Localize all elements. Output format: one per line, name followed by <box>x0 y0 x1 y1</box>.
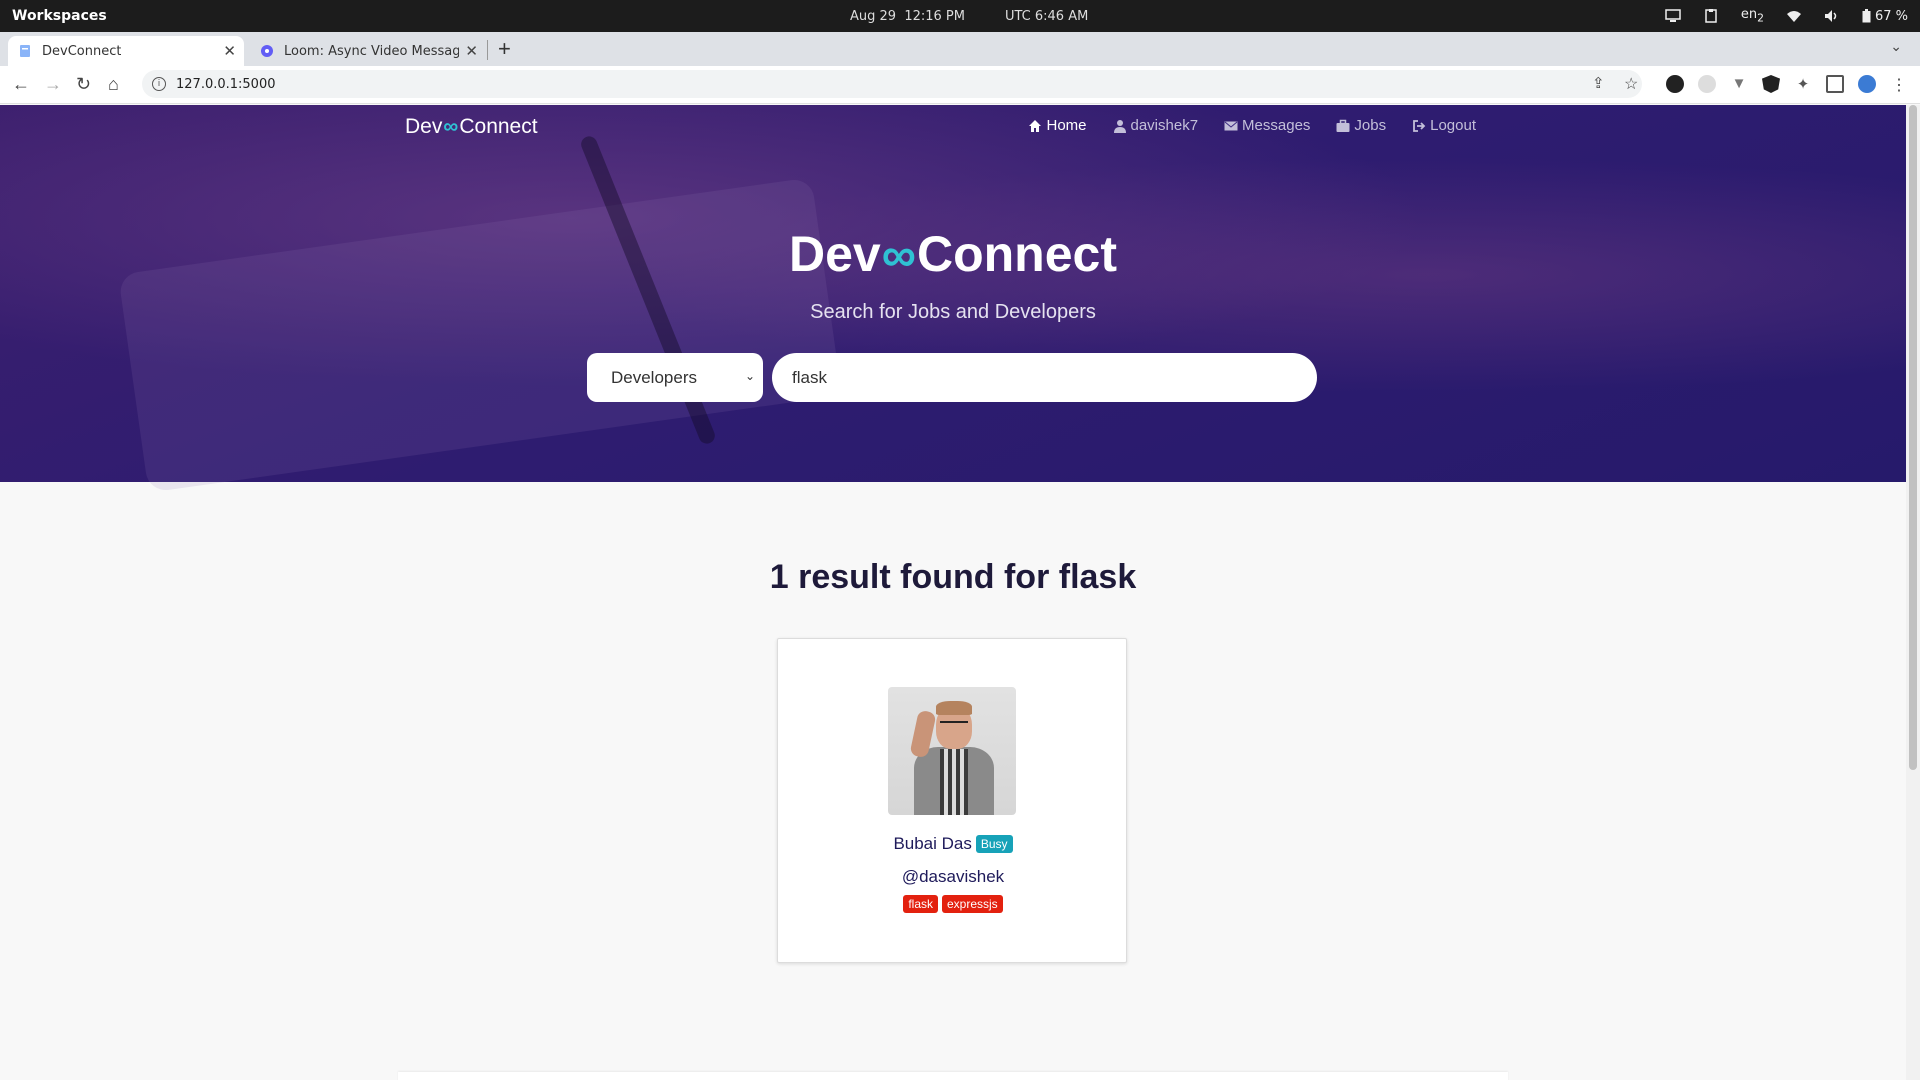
status-badge: Busy <box>975 835 1013 853</box>
url-text: 127.0.0.1:5000 <box>176 76 276 92</box>
new-tab-icon[interactable]: + <box>498 36 511 62</box>
page-viewport: Dev ∞ Connect Home davishek7 Messages Jobs <box>0 105 1906 1080</box>
back-arrow-icon[interactable]: ← <box>12 74 30 95</box>
site-logo[interactable]: Dev ∞ Connect <box>405 115 538 139</box>
nav-logout[interactable]: Logout <box>1412 117 1476 134</box>
developer-name[interactable]: Bubai Das <box>893 834 971 854</box>
footer-panel <box>398 1072 1508 1080</box>
tab-loom[interactable]: Loom: Async Video Messaging ✕ <box>250 36 486 66</box>
share-icon[interactable]: ⇪ <box>1592 74 1605 92</box>
site-info-icon[interactable]: i <box>152 77 166 91</box>
os-top-bar: Workspaces Aug 29 12:16 PM UTC 6:46 AM e… <box>0 0 1920 32</box>
browser-toolbar: ← → ↻ ⌂ i 127.0.0.1:5000 ⇪ ☆ ▼ ✦ ⋮ <box>0 66 1920 104</box>
os-clock[interactable]: Aug 29 12:16 PM UTC 6:46 AM <box>850 9 1088 24</box>
skill-tag: expressjs <box>942 895 1003 913</box>
search-type-select[interactable]: Developers ⌄ <box>587 353 763 402</box>
os-status-area[interactable]: en2 67 % <box>1665 7 1908 25</box>
side-panel-icon[interactable] <box>1826 75 1844 93</box>
page-favicon-icon <box>20 45 30 57</box>
home-button-icon[interactable]: ⌂ <box>108 74 119 95</box>
main-nav: Home davishek7 Messages Jobs Logout <box>1028 117 1476 134</box>
results-heading: 1 result found for flask <box>769 558 1137 596</box>
os-utc-time: UTC 6:46 AM <box>1004 8 1089 24</box>
logout-icon <box>1413 119 1426 132</box>
user-icon <box>1113 119 1126 133</box>
reload-icon[interactable]: ↻ <box>76 74 91 95</box>
skill-tag: flask <box>903 895 938 913</box>
vue-devtools-icon[interactable]: ▼ <box>1730 75 1748 93</box>
tab-title: DevConnect <box>42 43 122 59</box>
page-scrollbar[interactable] <box>1906 105 1920 1080</box>
avatar-shirt <box>940 749 968 815</box>
hero-section: Dev ∞ Connect Home davishek7 Messages Jobs <box>0 105 1906 493</box>
nav-profile[interactable]: davishek7 <box>1113 117 1198 134</box>
screen-share-icon[interactable] <box>1665 9 1681 23</box>
extension-2-icon[interactable] <box>1698 75 1716 93</box>
wifi-icon[interactable] <box>1786 9 1802 23</box>
avatar-hair <box>936 701 972 715</box>
profile-avatar[interactable] <box>1858 75 1876 93</box>
extensions-area: ▼ ✦ ⋮ <box>1666 75 1908 94</box>
puzzle-extensions-icon[interactable]: ✦ <box>1794 75 1812 93</box>
envelope-icon <box>1224 121 1238 130</box>
chevron-down-icon: ⌄ <box>744 369 755 383</box>
angular-devtools-icon[interactable] <box>1762 75 1780 93</box>
close-tab-icon[interactable]: ✕ <box>223 42 236 60</box>
extension-1-icon[interactable] <box>1666 75 1684 93</box>
link-icon: ∞ <box>881 229 916 282</box>
nav-messages[interactable]: Messages <box>1224 117 1310 134</box>
hero-subtitle: Search for Jobs and Developers <box>810 301 1096 323</box>
os-date-time: Aug 29 12:16 PM <box>850 8 965 24</box>
battery-indicator[interactable]: 67 % <box>1862 9 1908 24</box>
clipboard-icon[interactable] <box>1703 9 1719 23</box>
tab-title: Loom: Async Video Messaging <box>284 43 459 59</box>
developer-handle[interactable]: @dasavishek <box>778 867 1128 887</box>
keyboard-layout[interactable]: en2 <box>1741 7 1764 25</box>
kebab-menu-icon[interactable]: ⋮ <box>1890 75 1908 94</box>
loom-favicon-icon <box>261 45 273 57</box>
tab-separator <box>487 40 488 60</box>
scrollbar-thumb[interactable] <box>1909 105 1917 770</box>
workspaces-button[interactable]: Workspaces <box>12 8 107 24</box>
home-icon <box>1029 119 1042 132</box>
tab-search-chevron-icon[interactable]: ⌄ <box>1890 38 1902 55</box>
avatar-glasses <box>940 721 968 727</box>
address-bar[interactable]: i 127.0.0.1:5000 <box>142 70 1642 98</box>
close-tab-icon[interactable]: ✕ <box>465 42 478 60</box>
tab-devconnect[interactable]: DevConnect ✕ <box>8 36 244 66</box>
skill-tags: flask expressjs <box>778 895 1128 913</box>
bookmark-star-icon[interactable]: ☆ <box>1624 74 1638 94</box>
nav-jobs[interactable]: Jobs <box>1336 117 1386 134</box>
briefcase-icon <box>1336 119 1350 132</box>
volume-icon[interactable] <box>1824 9 1840 23</box>
hero-title: Dev∞Connect <box>789 226 1117 282</box>
nav-home[interactable]: Home <box>1028 117 1087 134</box>
link-icon: ∞ <box>443 115 459 138</box>
developer-card[interactable]: Bubai Das Busy @dasavishek flask express… <box>777 638 1127 963</box>
battery-icon <box>1862 9 1871 23</box>
tab-strip: DevConnect ✕ Loom: Async Video Messaging… <box>0 32 1920 66</box>
forward-arrow-icon[interactable]: → <box>44 74 62 95</box>
search-input[interactable]: flask <box>772 353 1317 402</box>
developer-name-row: Bubai Das Busy <box>778 834 1128 854</box>
developer-avatar[interactable] <box>888 687 1016 815</box>
